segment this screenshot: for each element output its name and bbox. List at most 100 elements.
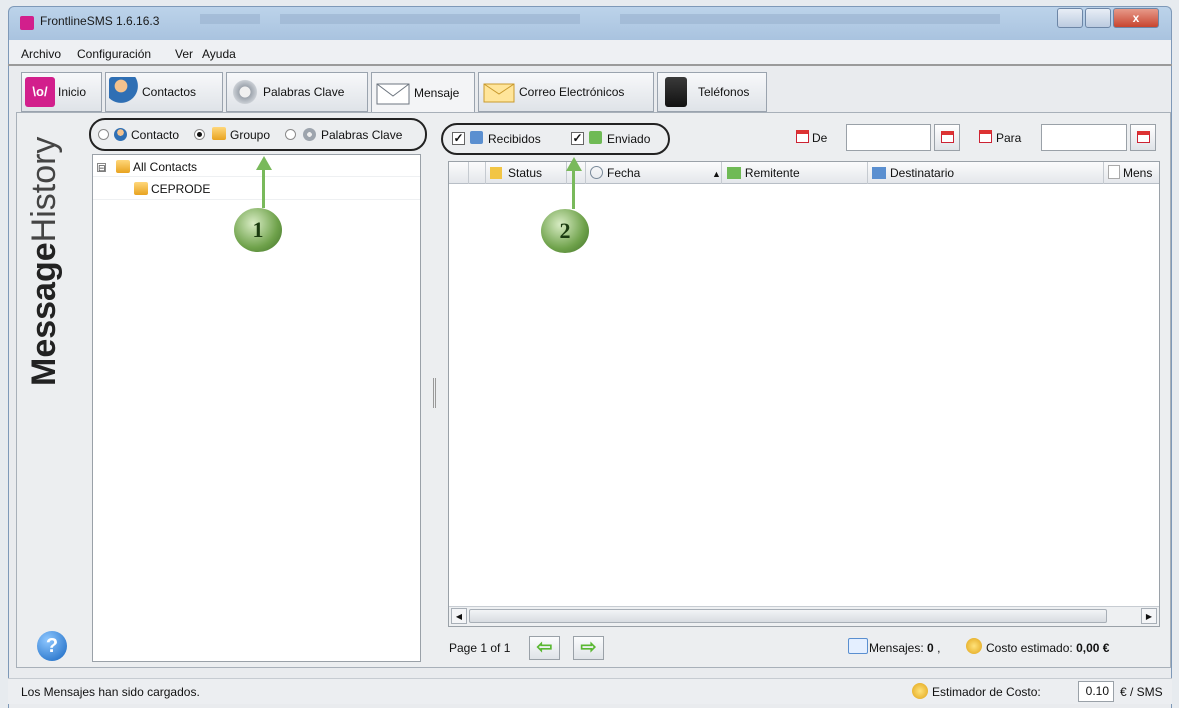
calendar-icon — [979, 130, 992, 143]
coins-icon — [966, 638, 982, 654]
status-icon — [490, 167, 502, 179]
annotation-arrow-shaft — [572, 169, 575, 209]
clock-icon — [590, 166, 603, 179]
gear-icon — [230, 77, 260, 107]
panel-splitter[interactable] — [433, 378, 436, 408]
help-icon[interactable]: ? — [37, 631, 67, 661]
menu-ver[interactable]: Ver — [175, 47, 193, 61]
tab-correo-electronicos[interactable]: Correo Electrónicos — [478, 72, 654, 112]
radio-groupo[interactable] — [194, 129, 205, 140]
divider — [8, 64, 1172, 66]
column-destinatario-label: Destinatario — [890, 166, 955, 180]
table-header-type[interactable] — [469, 162, 486, 184]
maximize-button[interactable] — [1085, 8, 1111, 28]
column-mensaje-label: Mens — [1123, 166, 1153, 180]
radio-contacto-label: Contacto — [131, 128, 180, 142]
keyword-icon — [303, 128, 316, 141]
sent-label: Enviado — [607, 132, 651, 146]
column-status[interactable]: Status — [486, 162, 567, 184]
radio-contacto[interactable] — [98, 129, 109, 140]
message-icon — [1108, 165, 1120, 179]
menu-ayuda[interactable]: Ayuda — [202, 47, 236, 61]
column-mensaje[interactable]: Mens — [1104, 162, 1159, 184]
cost-unit: € / SMS — [1120, 685, 1163, 699]
annotation-badge-1: 1 — [234, 208, 282, 252]
tree-item-ceprode[interactable]: CEPRODE — [151, 182, 210, 196]
sort-ascending-icon: ▲ — [712, 169, 721, 179]
messages-count: 0 — [927, 641, 934, 655]
column-remitente-label: Remitente — [744, 166, 800, 180]
tab-label: Mensaje — [414, 86, 460, 100]
messages-summary: Mensajes: 0 , — [869, 641, 940, 655]
contact-icon — [114, 128, 127, 141]
tab-label: Inicio — [58, 85, 87, 99]
previous-page-button[interactable]: ⇦ — [529, 636, 560, 660]
date-from-picker-button[interactable] — [934, 124, 960, 151]
calendar-icon — [1137, 131, 1150, 143]
column-fecha-label: Fecha — [607, 166, 641, 180]
scrollbar-thumb[interactable] — [469, 609, 1107, 623]
radio-palabras-clave[interactable] — [285, 129, 296, 140]
received-checkbox[interactable]: ✓ — [452, 132, 465, 145]
column-destinatario[interactable]: Destinatario — [868, 162, 1104, 184]
column-remitente[interactable]: ▲ Remitente — [708, 162, 868, 184]
table-header-select[interactable] — [449, 162, 469, 184]
tab-label: Correo Electrónicos — [519, 85, 625, 99]
title-light: History — [25, 136, 63, 243]
recipient-icon — [872, 167, 886, 179]
coins-icon — [912, 683, 928, 699]
summary-separator: , — [937, 641, 941, 655]
menu-configuracion[interactable]: Configuración — [77, 47, 151, 61]
message-history-title: MessageHistory — [13, 118, 75, 390]
next-page-button[interactable]: ⇨ — [573, 636, 604, 660]
tab-contactos[interactable]: Contactos — [105, 72, 223, 112]
phone-icon — [665, 77, 687, 107]
cost-summary: Costo estimado: 0,00 € — [986, 641, 1109, 655]
scroll-left-icon[interactable]: ◀ — [451, 608, 467, 624]
date-to-picker-button[interactable] — [1130, 124, 1156, 151]
sent-checkbox[interactable]: ✓ — [571, 132, 584, 145]
column-fecha[interactable]: Fecha — [586, 162, 722, 184]
messages-icon — [848, 638, 868, 654]
cost-estimator-label: Estimador de Costo: — [932, 685, 1041, 699]
radio-palabras-clave-label: Palabras Clave — [321, 128, 403, 142]
window-title: FrontlineSMS 1.6.16.3 — [40, 14, 160, 28]
titlebar-decoration — [280, 14, 580, 24]
column-status-label: Status — [508, 166, 543, 180]
cost-label: Costo estimado: — [986, 641, 1073, 655]
date-to-input[interactable] — [1041, 124, 1127, 151]
tab-palabras-clave[interactable]: Palabras Clave — [226, 72, 368, 112]
sent-icon — [589, 131, 602, 144]
tree-root-label[interactable]: All Contacts — [133, 160, 197, 174]
folder-icon — [134, 182, 148, 195]
tab-label: Contactos — [142, 85, 197, 99]
received-label: Recibidos — [488, 132, 541, 146]
cost-per-sms-input[interactable]: 0.10 — [1078, 681, 1114, 702]
contacts-icon — [109, 77, 139, 107]
cost-value: 0,00 € — [1076, 641, 1110, 655]
tab-label: Teléfonos — [698, 85, 750, 99]
app-icon — [20, 16, 34, 30]
tab-mensaje[interactable]: Mensaje — [371, 72, 475, 113]
frontline-logo-icon: \o/ — [25, 77, 55, 107]
annotation-badge-2: 2 — [541, 209, 589, 253]
calendar-icon — [941, 131, 954, 143]
status-message: Los Mensajes han sido cargados. — [21, 685, 200, 699]
envelope-icon — [375, 78, 411, 108]
scroll-right-icon[interactable]: ▶ — [1141, 608, 1157, 624]
annotation-arrow-shaft — [262, 168, 265, 208]
tree-collapse-icon[interactable]: ⊟ — [97, 163, 106, 173]
tab-telefonos[interactable]: Teléfonos — [657, 72, 767, 112]
close-button[interactable]: x — [1113, 8, 1159, 28]
date-from-input[interactable] — [846, 124, 931, 151]
titlebar-decoration — [200, 14, 260, 24]
tab-inicio[interactable]: \o/ Inicio — [21, 72, 102, 112]
tab-label: Palabras Clave — [263, 85, 345, 99]
sender-icon — [726, 167, 741, 179]
menu-archivo[interactable]: Archivo — [21, 47, 61, 61]
minimize-button[interactable] — [1057, 8, 1083, 28]
calendar-icon — [796, 130, 809, 143]
page-indicator: Page 1 of 1 — [449, 641, 511, 655]
title-bold: Message — [25, 242, 63, 386]
date-from-label: De — [812, 131, 828, 145]
